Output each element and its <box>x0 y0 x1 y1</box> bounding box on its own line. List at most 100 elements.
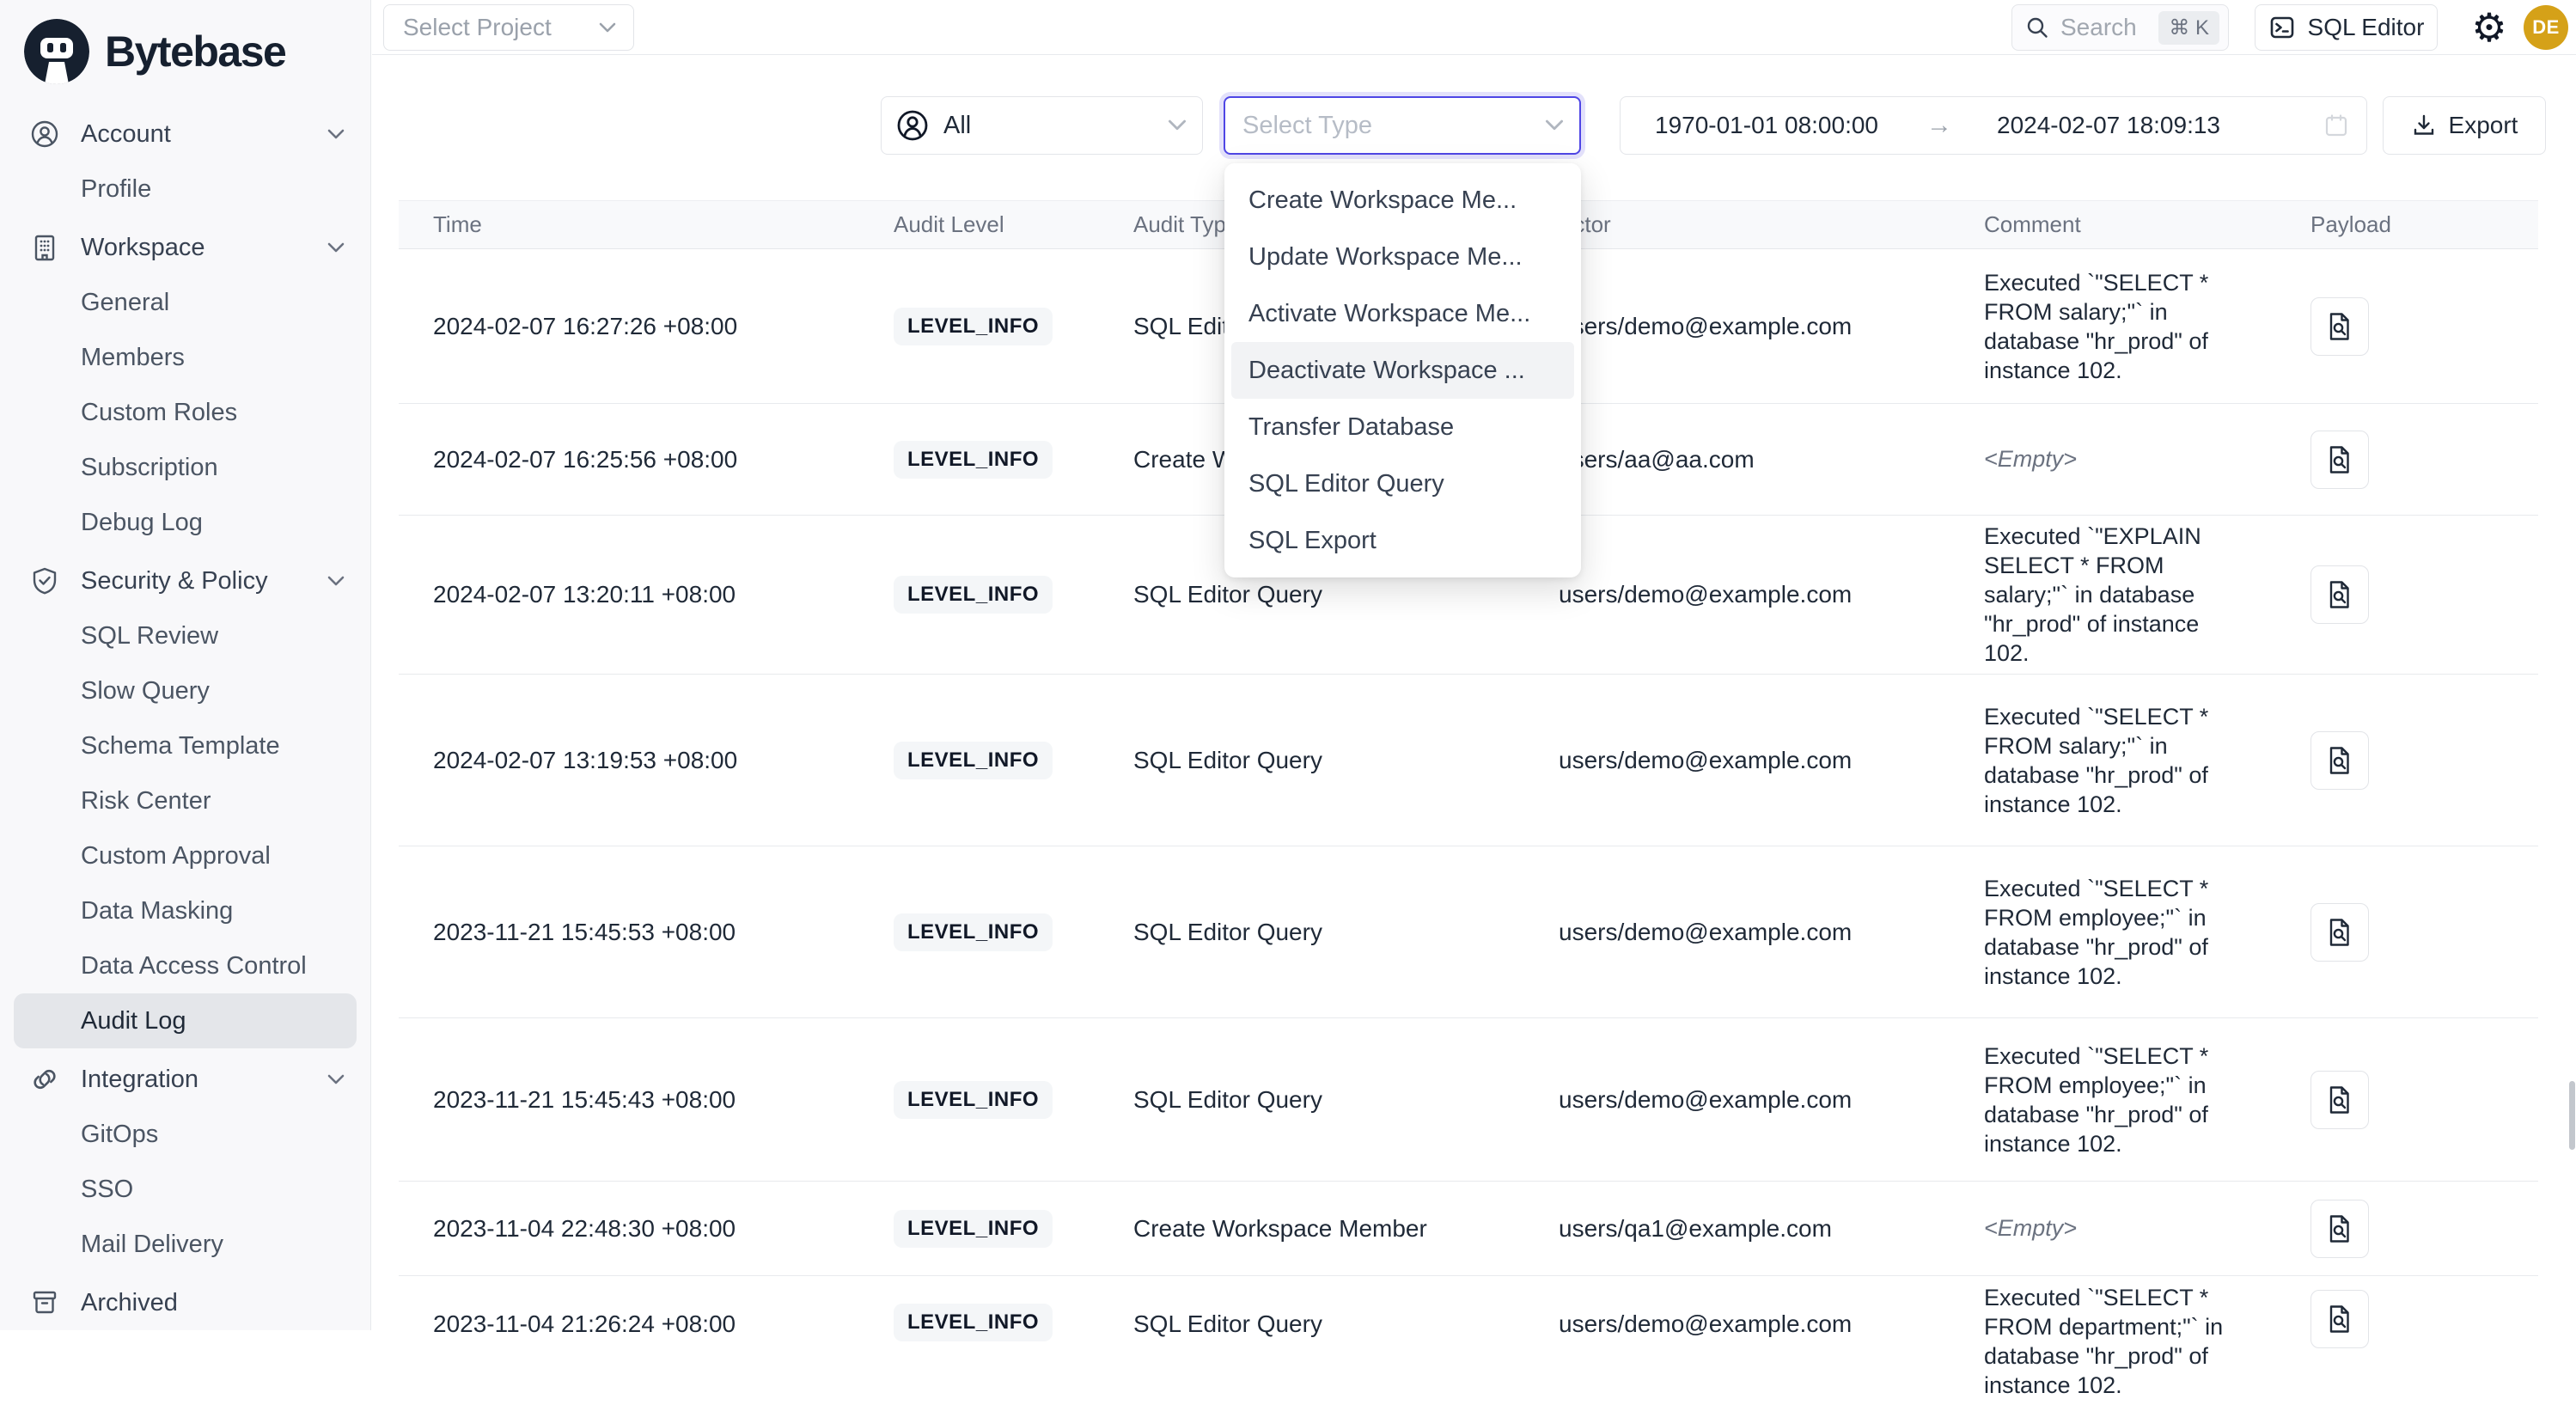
col-header-payload: Payload <box>2250 211 2538 238</box>
table-row: 2023-11-21 15:45:43 +08:00 LEVEL_INFO SQ… <box>399 1018 2538 1182</box>
cell-comment: Executed `"EXPLAIN SELECT * FROM salary;… <box>1950 522 2250 668</box>
cell-payload <box>2250 565 2538 624</box>
chevron-down-icon <box>327 129 345 140</box>
cell-comment: <Empty> <box>1950 1215 2250 1242</box>
arrow-right-icon: → <box>1926 111 1952 140</box>
chevron-down-icon <box>327 576 345 587</box>
archive-icon <box>29 1287 60 1318</box>
sidebar-item-data-access-control[interactable]: Data Access Control <box>14 938 357 993</box>
cell-time: 2024-02-07 13:19:53 +08:00 <box>399 747 863 774</box>
sidebar-item-risk-center[interactable]: Risk Center <box>14 773 357 828</box>
sidebar-section-security-policy[interactable]: Security & Policy <box>14 553 357 608</box>
export-button[interactable]: Export <box>2383 96 2546 155</box>
sidebar-item-mail-delivery[interactable]: Mail Delivery <box>14 1217 357 1272</box>
sidebar-item-sql-review[interactable]: SQL Review <box>14 608 357 663</box>
level-badge: LEVEL_INFO <box>894 441 1053 479</box>
scrollbar-thumb[interactable] <box>2569 1081 2575 1150</box>
settings-gear-icon[interactable]: ⚙ <box>2465 2 2513 53</box>
cell-payload <box>2250 731 2538 790</box>
sidebar-item-members[interactable]: Members <box>14 330 357 385</box>
cell-comment: Executed `"SELECT * FROM department;"` i… <box>1950 1283 2250 1400</box>
sidebar-item-data-masking[interactable]: Data Masking <box>14 883 357 938</box>
cell-comment: Executed `"SELECT * FROM employee;"` in … <box>1950 1042 2250 1158</box>
cell-level: LEVEL_INFO <box>863 1304 1099 1341</box>
payload-view-button[interactable] <box>2310 1071 2369 1129</box>
sidebar-item-custom-approval[interactable]: Custom Approval <box>14 828 357 883</box>
payload-view-button[interactable] <box>2310 903 2369 962</box>
bytebase-logo-icon <box>24 19 89 84</box>
date-from-value[interactable]: 1970-01-01 08:00:00 <box>1655 112 1878 139</box>
dropdown-option[interactable]: Update Workspace Me... <box>1231 229 1574 285</box>
avatar[interactable]: DE <box>2524 5 2568 50</box>
cell-time: 2023-11-21 15:45:53 +08:00 <box>399 919 863 946</box>
sidebar-item-general[interactable]: General <box>14 275 357 330</box>
cell-actor: users/demo@example.com <box>1524 581 1950 608</box>
sidebar-item-sso[interactable]: SSO <box>14 1162 357 1217</box>
level-badge: LEVEL_INFO <box>894 1081 1053 1119</box>
type-filter-select[interactable]: Select Type <box>1224 96 1581 155</box>
cell-actor: users/demo@example.com <box>1524 313 1950 340</box>
sidebar-section-archived[interactable]: Archived <box>14 1275 357 1330</box>
topbar: Select Project Search ⌘ K SQL Editor ⚙ D… <box>372 0 2576 55</box>
dropdown-option-highlighted[interactable]: Deactivate Workspace ... <box>1231 342 1574 399</box>
search-input[interactable]: Search ⌘ K <box>2011 4 2229 51</box>
project-select[interactable]: Select Project <box>383 4 634 51</box>
cell-level: LEVEL_INFO <box>863 1210 1099 1248</box>
cell-level: LEVEL_INFO <box>863 742 1099 779</box>
chevron-down-icon <box>327 242 345 254</box>
sidebar-section-workspace[interactable]: Workspace <box>14 220 357 275</box>
terminal-icon <box>2268 14 2296 41</box>
date-range-picker[interactable]: 1970-01-01 08:00:00 → 2024-02-07 18:09:1… <box>1620 96 2367 155</box>
payload-view-button[interactable] <box>2310 1200 2369 1258</box>
sidebar-item-custom-roles[interactable]: Custom Roles <box>14 385 357 440</box>
dropdown-option[interactable]: Activate Workspace Me... <box>1231 285 1574 342</box>
payload-view-button[interactable] <box>2310 731 2369 790</box>
sidebar-section-account[interactable]: Account <box>14 107 357 162</box>
bytebase-logo[interactable]: Bytebase <box>14 14 357 86</box>
sidebar-item-audit-log[interactable]: Audit Log <box>14 993 357 1048</box>
date-to-value[interactable]: 2024-02-07 18:09:13 <box>1997 112 2220 139</box>
cell-type: SQL Editor Query <box>1099 1086 1524 1114</box>
cell-comment: Executed `"SELECT * FROM salary;"` in da… <box>1950 702 2250 819</box>
logo-wordmark: Bytebase <box>105 27 285 76</box>
level-badge: LEVEL_INFO <box>894 576 1053 614</box>
cell-payload <box>2250 1071 2538 1129</box>
cell-payload <box>2250 1200 2538 1258</box>
user-filter-select[interactable]: All <box>881 96 1203 155</box>
dropdown-option[interactable]: Create Workspace Me... <box>1231 172 1574 229</box>
cell-actor: users/demo@example.com <box>1524 919 1950 946</box>
cell-time: 2024-02-07 13:20:11 +08:00 <box>399 581 863 608</box>
search-shortcut-kbd: ⌘ K <box>2158 11 2219 45</box>
chevron-down-icon <box>599 22 616 34</box>
payload-view-button[interactable] <box>2310 431 2369 489</box>
sidebar-item-debug-log[interactable]: Debug Log <box>14 495 357 550</box>
cell-actor: users/demo@example.com <box>1524 747 1950 774</box>
sql-editor-button[interactable]: SQL Editor <box>2255 4 2438 51</box>
cell-level: LEVEL_INFO <box>863 913 1099 951</box>
sidebar-item-gitops[interactable]: GitOps <box>14 1107 357 1162</box>
cell-actor: users/demo@example.com <box>1524 1310 1950 1338</box>
dropdown-option[interactable]: Transfer Database <box>1231 399 1574 455</box>
sidebar-item-schema-template[interactable]: Schema Template <box>14 718 357 773</box>
search-icon <box>2024 15 2050 40</box>
cell-time: 2024-02-07 16:27:26 +08:00 <box>399 313 863 340</box>
person-circle-icon <box>895 108 930 143</box>
sidebar-item-subscription[interactable]: Subscription <box>14 440 357 495</box>
cell-level: LEVEL_INFO <box>863 576 1099 614</box>
cell-time: 2023-11-04 21:26:24 +08:00 <box>399 1310 863 1338</box>
sidebar-section-integration[interactable]: Integration <box>14 1052 357 1107</box>
sidebar-item-slow-query[interactable]: Slow Query <box>14 663 357 718</box>
dropdown-option[interactable]: SQL Editor Query <box>1231 455 1574 512</box>
table-row: 2024-02-07 13:19:53 +08:00 LEVEL_INFO SQ… <box>399 675 2538 846</box>
cell-payload <box>2250 431 2538 489</box>
dropdown-option[interactable]: SQL Export <box>1231 512 1574 569</box>
payload-view-button[interactable] <box>2310 297 2369 356</box>
payload-view-button[interactable] <box>2310 1290 2369 1348</box>
cell-actor: users/aa@aa.com <box>1524 446 1950 473</box>
sql-editor-label: SQL Editor <box>2308 14 2425 41</box>
cell-actor: users/demo@example.com <box>1524 1086 1950 1114</box>
payload-view-button[interactable] <box>2310 565 2369 624</box>
search-placeholder: Search <box>2060 14 2137 41</box>
chevron-down-icon <box>327 1074 345 1085</box>
sidebar-item-profile[interactable]: Profile <box>14 162 357 217</box>
